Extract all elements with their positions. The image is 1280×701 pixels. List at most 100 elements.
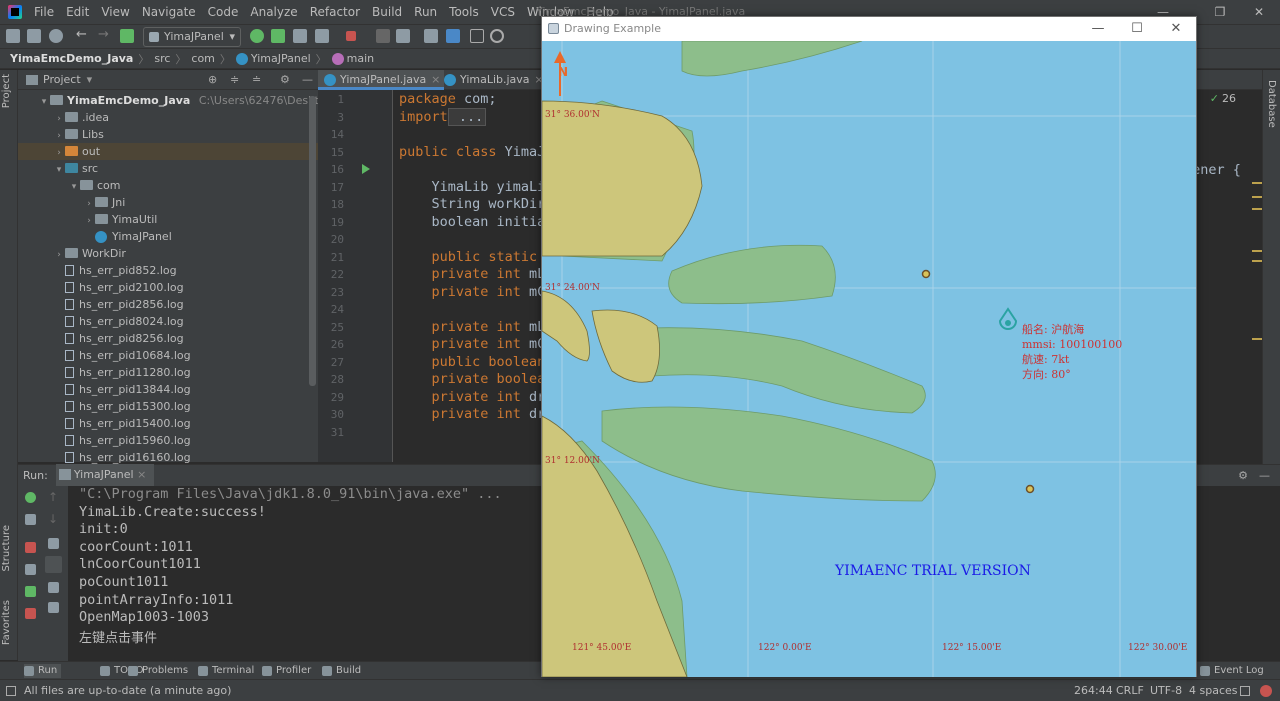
stop-icon[interactable] xyxy=(25,542,36,553)
build-hammer-icon[interactable] xyxy=(120,29,134,43)
tree-item[interactable]: hs_err_pid852.log xyxy=(18,262,318,279)
breadcrumb-src[interactable]: src xyxy=(154,52,170,65)
drawing-maximize-button[interactable]: ☐ xyxy=(1117,17,1157,41)
tree-item[interactable]: hs_err_pid15400.log xyxy=(18,415,318,432)
hide-icon[interactable]: — xyxy=(302,73,313,86)
tree-item[interactable]: › YimaUtil xyxy=(18,211,318,228)
tree-item[interactable]: › .idea xyxy=(18,109,318,126)
run-tab[interactable]: YimaJPanel × xyxy=(55,463,155,488)
drawing-close-button[interactable]: ✕ xyxy=(1156,17,1196,41)
run-gutter-icon[interactable] xyxy=(362,164,370,174)
breadcrumb-project[interactable]: YimaEmcDemo_Java xyxy=(10,52,133,65)
menu-tools[interactable]: Tools xyxy=(443,0,485,24)
run-tool-tab[interactable]: Run xyxy=(24,664,62,678)
tree-item[interactable]: hs_err_pid8256.log xyxy=(18,330,318,347)
tree-item[interactable]: hs_err_pid15960.log xyxy=(18,432,318,449)
menu-run[interactable]: Run xyxy=(408,0,443,24)
drawing-minimize-button[interactable]: — xyxy=(1078,17,1118,41)
exit-icon[interactable] xyxy=(25,608,36,619)
profiler-tool-tab[interactable]: Profiler xyxy=(262,664,311,678)
menu-view[interactable]: View xyxy=(95,0,135,24)
menu-refactor[interactable]: Refactor xyxy=(304,0,366,24)
tree-item[interactable]: hs_err_pid10684.log xyxy=(18,347,318,364)
line-separator[interactable]: CRLF xyxy=(1116,684,1144,697)
file-encoding[interactable]: UTF-8 xyxy=(1150,684,1182,697)
save-all-icon[interactable] xyxy=(27,29,41,43)
tree-item[interactable]: hs_err_pid2856.log xyxy=(18,296,318,313)
project-tool-tab[interactable]: Project xyxy=(1,74,12,108)
terminal-tool-tab[interactable]: Terminal xyxy=(198,664,254,678)
tree-root[interactable]: ▾ YimaEmcDemo_Java C:\Users\62476\Desktop… xyxy=(18,92,380,109)
debug-icon[interactable] xyxy=(271,29,285,43)
status-icon[interactable] xyxy=(6,686,16,696)
stop-icon[interactable] xyxy=(346,31,356,41)
run-gear-icon[interactable]: ⚙ xyxy=(1238,469,1248,482)
restore-layout-icon[interactable] xyxy=(25,586,36,597)
ship-marker-icon[interactable] xyxy=(998,307,1018,330)
run-configuration-select[interactable]: YimaJPanel xyxy=(143,27,241,47)
project-structure-icon[interactable] xyxy=(396,29,410,43)
tree-item[interactable]: hs_err_pid8024.log xyxy=(18,313,318,330)
tree-item[interactable]: › Jni xyxy=(18,194,318,211)
tree-item[interactable]: › Libs xyxy=(18,126,318,143)
menu-vcs[interactable]: VCS xyxy=(485,0,521,24)
chart-map-canvas[interactable]: N 31° 36.00'N 31° 24.00'N 31° 12.00'N 12… xyxy=(542,41,1196,677)
tree-item[interactable]: ▾ src xyxy=(18,160,318,177)
coverage-icon[interactable] xyxy=(293,29,307,43)
buoy-marker[interactable] xyxy=(921,269,931,279)
structure-tool-tab[interactable]: Structure xyxy=(1,525,12,572)
open-folder-icon[interactable] xyxy=(6,29,20,43)
tree-item[interactable]: hs_err_pid15300.log xyxy=(18,398,318,415)
lock-icon[interactable] xyxy=(1240,686,1250,696)
indent-setting[interactable]: 4 spaces xyxy=(1189,684,1238,697)
tree-item[interactable]: YimaJPanel xyxy=(18,228,318,245)
presentation-icon[interactable] xyxy=(470,29,484,43)
settings-wrench-icon[interactable] xyxy=(424,29,438,43)
trash-icon[interactable] xyxy=(48,602,59,613)
menu-navigate[interactable]: Navigate xyxy=(136,0,202,24)
tree-item[interactable]: ▾ com xyxy=(18,177,318,194)
buoy-marker[interactable] xyxy=(1025,484,1035,494)
build-tool-tab[interactable]: Build xyxy=(322,664,361,678)
menu-analyze[interactable]: Analyze xyxy=(244,0,303,24)
attach-icon[interactable] xyxy=(376,29,390,43)
rerun-icon[interactable] xyxy=(250,29,264,43)
expand-all-icon[interactable]: ≑ xyxy=(230,73,239,86)
menu-code[interactable]: Code xyxy=(202,0,245,24)
back-icon[interactable]: ← xyxy=(76,28,90,43)
modify-config-icon[interactable] xyxy=(25,514,36,525)
locate-icon[interactable]: ⊕ xyxy=(208,73,217,86)
tree-item[interactable]: › WorkDir xyxy=(18,245,318,262)
sdk-icon[interactable] xyxy=(446,29,460,43)
database-tool-tab[interactable]: Database xyxy=(1266,80,1277,128)
breadcrumb-method[interactable]: main xyxy=(347,52,374,65)
event-log-tool-tab[interactable]: Event Log xyxy=(1200,664,1264,678)
forward-icon[interactable]: → xyxy=(98,28,112,43)
close-button[interactable]: ✕ xyxy=(1236,0,1280,24)
menu-edit[interactable]: Edit xyxy=(60,0,95,24)
menu-build[interactable]: Build xyxy=(366,0,408,24)
tab-yimalib[interactable]: YimaLib.java × xyxy=(438,70,548,90)
tree-item[interactable]: hs_err_pid11280.log xyxy=(18,364,318,381)
profile-icon[interactable] xyxy=(315,29,329,43)
breadcrumb-class[interactable]: YimaJPanel xyxy=(251,52,311,65)
down-icon[interactable]: ↓ xyxy=(48,513,59,525)
up-icon[interactable]: ↑ xyxy=(48,491,59,503)
caret-position[interactable]: 264:44 xyxy=(1074,684,1113,697)
gear-icon[interactable]: ⚙ xyxy=(280,73,290,86)
menu-file[interactable]: File xyxy=(28,0,60,24)
tab-yimajpanel[interactable]: YimaJPanel.java × xyxy=(318,70,445,90)
print-icon[interactable] xyxy=(48,582,59,593)
camera-icon[interactable] xyxy=(25,564,36,575)
favorites-tool-tab[interactable]: Favorites xyxy=(1,600,12,645)
search-icon[interactable] xyxy=(490,29,504,43)
run-hide-icon[interactable]: — xyxy=(1259,469,1270,482)
collapse-all-icon[interactable]: ≐ xyxy=(252,73,261,86)
rerun-icon[interactable] xyxy=(25,492,36,503)
soft-wrap-icon[interactable] xyxy=(48,538,59,549)
error-indicator-icon[interactable] xyxy=(1260,685,1272,697)
tree-item[interactable]: › out xyxy=(18,143,318,160)
project-view-select[interactable]: Project xyxy=(43,73,81,86)
problems-tool-tab[interactable]: Problems xyxy=(128,664,188,678)
scroll-to-end-icon[interactable] xyxy=(45,556,62,573)
